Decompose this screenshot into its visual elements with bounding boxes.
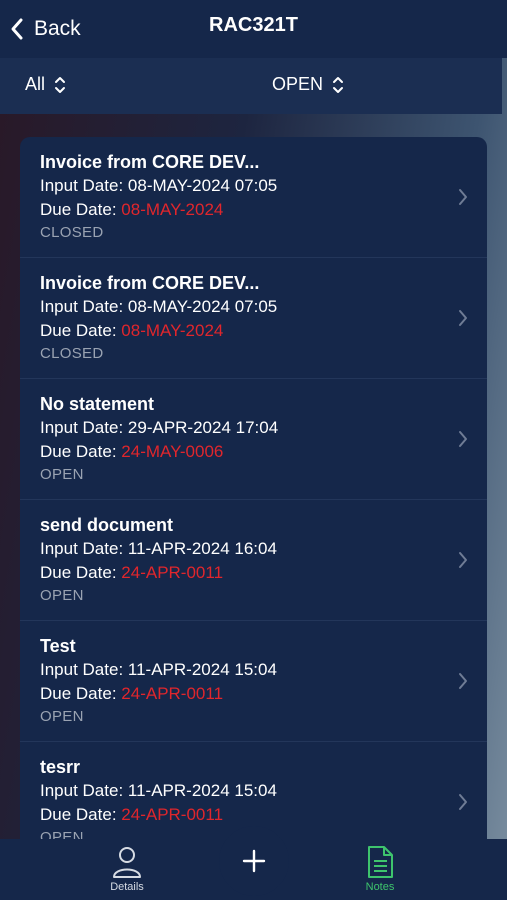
top-bar: Back RAC321T [0,0,507,58]
chevron-right-icon [459,552,467,568]
item-title: No statement [40,394,155,414]
item-due-date: Due Date: 08-MAY-2024 [40,200,224,219]
chevron-left-icon [11,18,23,40]
item-status: OPEN [40,587,84,604]
person-icon [113,847,141,878]
item-input-date: Input Date: 11-APR-2024 15:04 [40,781,277,800]
up-down-chevron-icon [333,76,344,93]
tab-notes[interactable]: Notes [340,845,420,893]
item-status: OPEN [40,466,84,483]
add-button[interactable] [219,826,289,896]
chevron-right-icon [459,189,467,205]
item-input-date: Input Date: 29-APR-2024 17:04 [40,418,279,437]
document-icon [368,846,393,878]
filter-bar: All OPEN [0,58,502,114]
tab-details-label: Details [110,881,144,893]
item-status: CLOSED [40,345,104,362]
plus-icon [242,849,266,873]
item-status: CLOSED [40,224,104,241]
item-input-date: Input Date: 08-MAY-2024 07:05 [40,176,278,195]
up-down-chevron-icon [55,76,66,93]
status-filter-value: OPEN [272,74,324,94]
item-title: send document [40,515,174,535]
item-input-date: Input Date: 11-APR-2024 16:04 [40,539,277,558]
notes-list: Invoice from CORE DEV... Input Date: 08-… [20,137,487,839]
back-button[interactable]: Back [10,12,81,46]
list-item[interactable]: Test Input Date: 11-APR-2024 15:04 Due D… [20,621,487,742]
type-filter[interactable]: All [25,74,67,95]
item-due-date: Due Date: 24-MAY-0006 [40,442,224,461]
list-item[interactable]: Invoice from CORE DEV... Input Date: 08-… [20,137,487,258]
item-title: Invoice from CORE DEV... [40,273,260,293]
item-due-date: Due Date: 24-APR-0011 [40,563,224,582]
type-filter-value: All [25,74,46,94]
item-title: Test [40,636,76,656]
tab-details[interactable]: Details [87,845,167,893]
chevron-right-icon [459,673,467,689]
item-due-date: Due Date: 08-MAY-2024 [40,321,224,340]
chevron-right-icon [459,794,467,810]
item-input-date: Input Date: 08-MAY-2024 07:05 [40,297,278,316]
list-item[interactable]: tesrr Input Date: 11-APR-2024 15:04 Due … [20,742,487,839]
item-due-date: Due Date: 24-APR-0011 [40,805,224,824]
back-label: Back [34,17,81,40]
item-title: Invoice from CORE DEV... [40,152,260,172]
tab-notes-label: Notes [365,881,395,893]
list-item[interactable]: Invoice from CORE DEV... Input Date: 08-… [20,258,487,379]
chevron-right-icon [459,431,467,447]
list-item[interactable]: No statement Input Date: 29-APR-2024 17:… [20,379,487,500]
item-status: OPEN [40,708,84,725]
status-filter[interactable]: OPEN [272,74,345,95]
item-title: tesrr [40,757,81,777]
item-input-date: Input Date: 11-APR-2024 15:04 [40,660,277,679]
item-due-date: Due Date: 24-APR-0011 [40,684,224,703]
chevron-right-icon [459,310,467,326]
list-item[interactable]: send document Input Date: 11-APR-2024 16… [20,500,487,621]
